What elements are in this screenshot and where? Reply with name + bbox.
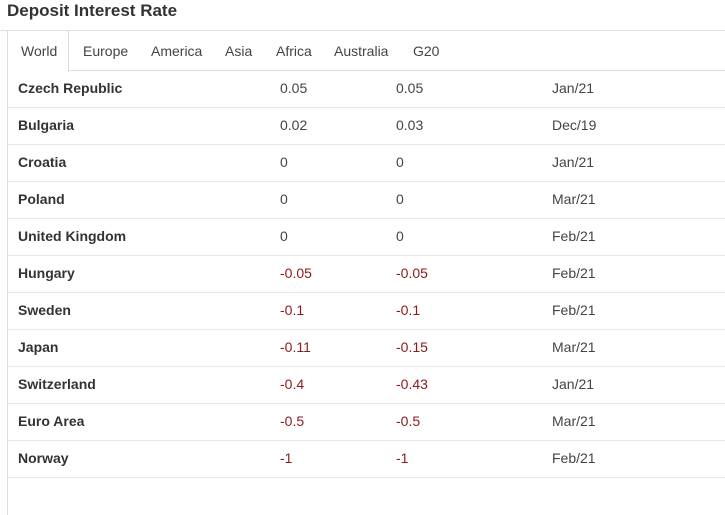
table-row[interactable]: Bulgaria 0.02 0.03 Dec/19	[8, 108, 725, 145]
previous-value: -0.1	[396, 302, 421, 318]
previous-value: -1	[396, 450, 409, 466]
tab-asia[interactable]: Asia	[225, 31, 252, 71]
tab-g20[interactable]: G20	[413, 31, 439, 71]
country-name[interactable]: Sweden	[18, 293, 71, 329]
reference-date: Jan/21	[552, 376, 595, 392]
last-value: -1	[280, 450, 293, 466]
previous-value: -0.15	[396, 339, 428, 355]
table-row[interactable]: United Kingdom 0 0 Feb/21	[8, 219, 725, 256]
tab-europe[interactable]: Europe	[83, 31, 128, 71]
last-value: -0.5	[280, 413, 305, 429]
region-tabs: World Europe America Asia Africa Austral…	[8, 31, 725, 72]
tab-world[interactable]: World	[8, 31, 70, 72]
country-name[interactable]: Bulgaria	[18, 108, 74, 144]
last-value: 0	[280, 154, 288, 170]
reference-date: Feb/21	[552, 302, 596, 318]
page-title: Deposit Interest Rate	[7, 1, 178, 20]
table-row[interactable]: Hungary -0.05 -0.05 Feb/21	[8, 256, 725, 293]
table-row[interactable]: Croatia 0 0 Jan/21	[8, 145, 725, 182]
reference-date: Jan/21	[552, 154, 595, 170]
country-name[interactable]: Switzerland	[18, 367, 96, 403]
previous-value: 0.03	[396, 117, 424, 133]
last-value: -0.05	[280, 265, 312, 281]
table-row[interactable]: Japan -0.11 -0.15 Mar/21	[8, 330, 725, 367]
previous-value: 0	[396, 154, 404, 170]
previous-value: 0	[396, 191, 404, 207]
country-name[interactable]: Japan	[18, 330, 58, 366]
reference-date: Feb/21	[552, 265, 596, 281]
last-value: 0	[280, 191, 288, 207]
previous-value: -0.05	[396, 265, 428, 281]
last-value: 0	[280, 228, 288, 244]
reference-date: Mar/21	[552, 339, 596, 355]
previous-value: 0	[396, 228, 404, 244]
previous-value: -0.5	[396, 413, 421, 429]
country-name[interactable]: Euro Area	[18, 404, 84, 440]
reference-date: Jan/21	[552, 80, 595, 96]
country-name[interactable]: Hungary	[18, 256, 75, 292]
reference-date: Feb/21	[552, 450, 596, 466]
last-value: 0.02	[280, 117, 308, 133]
country-name[interactable]: Croatia	[18, 145, 66, 181]
table-row[interactable]: Norway -1 -1 Feb/21	[8, 441, 725, 478]
table-row[interactable]: Poland 0 0 Mar/21	[8, 182, 725, 219]
tab-africa[interactable]: Africa	[276, 31, 312, 71]
country-name[interactable]: Czech Republic	[18, 71, 122, 107]
table-row[interactable]: Euro Area -0.5 -0.5 Mar/21	[8, 404, 725, 441]
country-name[interactable]: Norway	[18, 441, 69, 477]
table-row[interactable]: Czech Republic 0.05 0.05 Jan/21	[8, 71, 725, 108]
reference-date: Mar/21	[552, 413, 596, 429]
reference-date: Dec/19	[552, 117, 597, 133]
previous-value: -0.43	[396, 376, 428, 392]
reference-date: Mar/21	[552, 191, 596, 207]
country-name[interactable]: Poland	[18, 182, 65, 218]
reference-date: Feb/21	[552, 228, 596, 244]
rates-table: Czech Republic 0.05 0.05 Jan/21 Bulgaria 0.02…	[8, 71, 725, 478]
country-name[interactable]: United Kingdom	[18, 219, 126, 255]
last-value: -0.11	[280, 339, 311, 355]
rates-panel: World Europe America Asia Africa Austral…	[7, 31, 725, 515]
tab-australia[interactable]: Australia	[334, 31, 388, 71]
last-value: -0.1	[280, 302, 305, 318]
table-row[interactable]: Switzerland -0.4 -0.43 Jan/21	[8, 367, 725, 404]
tab-america[interactable]: America	[151, 31, 202, 71]
last-value: -0.4	[280, 376, 305, 392]
last-value: 0.05	[280, 80, 308, 96]
table-row[interactable]: Sweden -0.1 -0.1 Feb/21	[8, 293, 725, 330]
previous-value: 0.05	[396, 80, 424, 96]
